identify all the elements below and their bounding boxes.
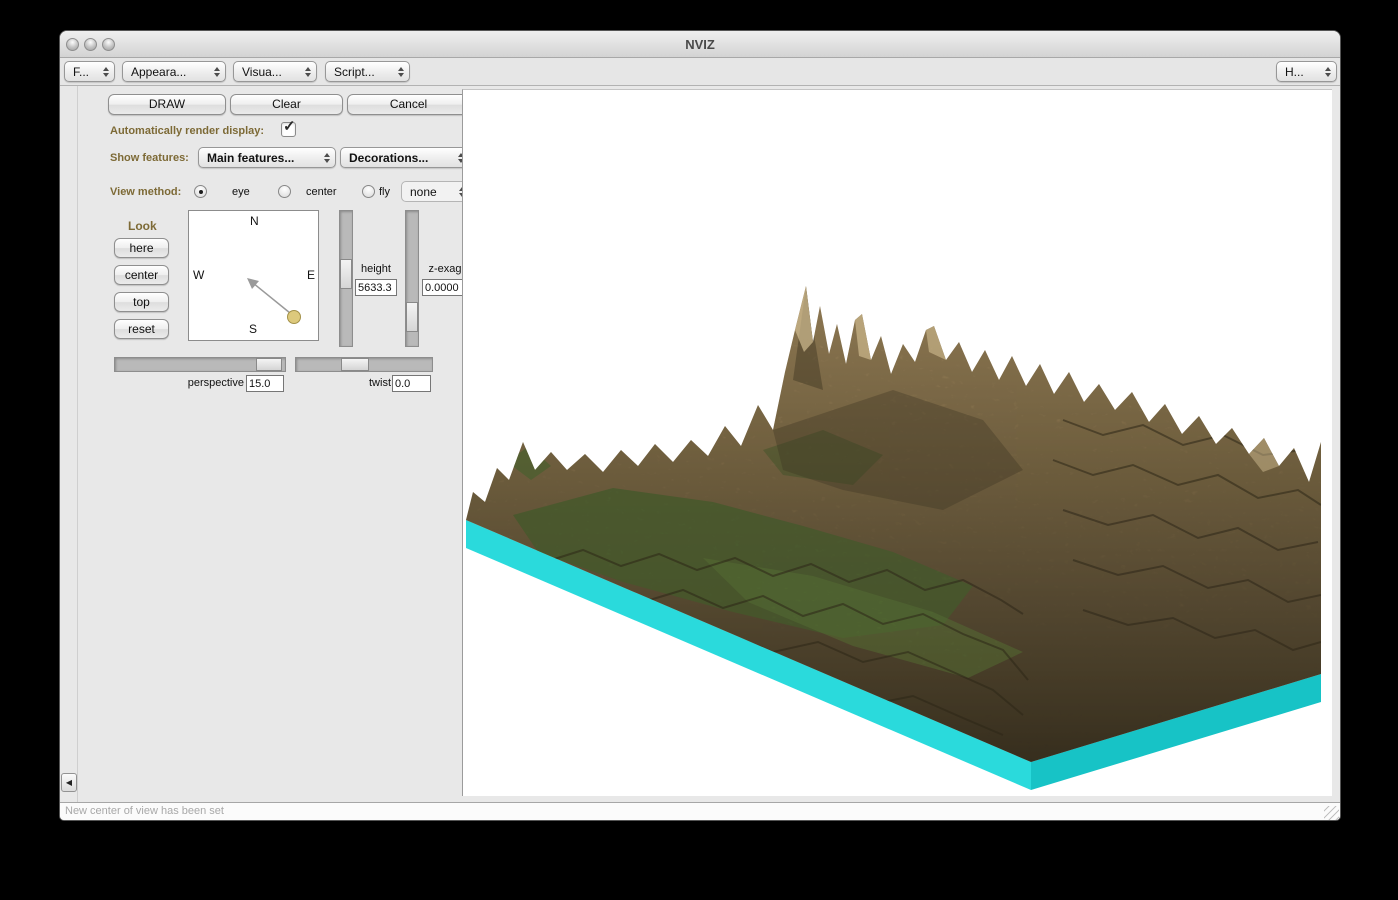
menu-file[interactable]: F... — [64, 61, 115, 82]
titlebar[interactable]: NVIZ — [60, 31, 1340, 58]
view-method-radio-center[interactable] — [278, 185, 291, 198]
twist-slider-trough[interactable] — [295, 357, 433, 372]
height-value-field[interactable] — [355, 279, 397, 296]
twist-slider-label: twist — [369, 377, 391, 389]
compass-north-label: N — [250, 214, 259, 228]
dropdown-arrows-icon — [103, 66, 109, 77]
perspective-slider-trough[interactable] — [114, 357, 286, 372]
collapse-arrow-icon: ◀ — [65, 778, 73, 787]
perspective-value-field[interactable] — [246, 375, 284, 392]
collapse-panel-button[interactable]: ◀ — [61, 773, 77, 792]
view-method-radio-fly[interactable] — [362, 185, 375, 198]
draw-button[interactable]: DRAW — [108, 94, 226, 115]
window-title: NVIZ — [685, 37, 715, 52]
decorations-dropdown[interactable]: Decorations... — [340, 147, 470, 168]
menu-visualize-label: Visua... — [242, 64, 282, 79]
fly-mode-dropdown-label: none — [410, 184, 437, 199]
compass-south-label: S — [249, 322, 258, 336]
clear-button[interactable]: Clear — [230, 94, 343, 115]
checkmark-icon: ✓ — [283, 118, 296, 135]
look-label: Look — [128, 219, 157, 233]
view-method-label: View method: — [110, 186, 182, 198]
height-slider-handle[interactable] — [340, 259, 352, 289]
render-canvas[interactable] — [462, 89, 1332, 796]
look-reset-button[interactable]: reset — [114, 319, 169, 339]
radio-eye-label: eye — [232, 186, 250, 198]
compass-west-label: W — [193, 268, 205, 282]
panel-collapse-strip: ◀ — [60, 86, 78, 802]
menu-visualize[interactable]: Visua... — [233, 61, 317, 82]
main-content: ◀ DRAW Clear Cancel Automatically render… — [60, 86, 1340, 802]
main-features-dropdown[interactable]: Main features... — [198, 147, 336, 168]
look-center-button[interactable]: center — [114, 265, 169, 285]
dropdown-arrows-icon — [305, 66, 311, 77]
statusbar: New center of view has been set — [60, 802, 1340, 820]
menubar: F... Appeara... Visua... Script... H... — [60, 58, 1340, 86]
terrain-3d-view — [466, 286, 1321, 790]
auto-render-label: Automatically render display: — [110, 125, 265, 137]
decorations-dropdown-label: Decorations... — [349, 150, 429, 165]
twist-slider-handle[interactable] — [341, 358, 369, 371]
eye-position-dot — [287, 310, 301, 324]
dropdown-arrows-icon — [398, 66, 404, 77]
desktop-background: NVIZ F... Appeara... Visua... Script... … — [0, 0, 1398, 900]
dropdown-arrows-icon — [214, 66, 220, 77]
fly-mode-dropdown[interactable]: none — [401, 181, 471, 202]
zexag-slider-trough[interactable] — [405, 210, 419, 347]
main-features-dropdown-label: Main features... — [207, 150, 295, 165]
auto-render-checkbox[interactable]: ✓ — [281, 118, 296, 137]
zexag-slider-handle[interactable] — [406, 302, 418, 332]
view-position-widget[interactable]: N W E S — [188, 210, 319, 341]
control-panel: DRAW Clear Cancel Automatically render d… — [78, 86, 471, 802]
cancel-button[interactable]: Cancel — [347, 94, 470, 115]
look-top-button[interactable]: top — [114, 292, 169, 312]
nviz-window: NVIZ F... Appeara... Visua... Script... … — [59, 30, 1341, 821]
perspective-slider-label: perspective — [187, 377, 244, 389]
radio-selected-dot — [198, 189, 203, 194]
dropdown-arrows-icon — [1325, 66, 1331, 77]
show-features-label: Show features: — [110, 152, 189, 164]
menu-file-label: F... — [73, 64, 90, 79]
height-slider-label: height — [361, 263, 391, 275]
menu-help[interactable]: H... — [1276, 61, 1337, 82]
twist-value-field[interactable] — [392, 375, 431, 392]
menu-appearance[interactable]: Appeara... — [122, 61, 226, 82]
menu-scripting-label: Script... — [334, 64, 375, 79]
height-slider-trough[interactable] — [339, 210, 353, 347]
look-here-button[interactable]: here — [114, 238, 169, 258]
resize-grip-icon[interactable] — [1324, 806, 1339, 820]
radio-center-label: center — [306, 186, 337, 198]
radio-fly-label: fly — [379, 186, 390, 198]
perspective-slider-handle[interactable] — [256, 358, 282, 371]
menu-appearance-label: Appeara... — [131, 64, 187, 79]
view-method-radio-eye[interactable] — [194, 185, 207, 198]
view-direction-arrow — [247, 278, 301, 324]
menu-help-label: H... — [1285, 64, 1304, 79]
status-message: New center of view has been set — [65, 805, 224, 817]
compass-east-label: E — [307, 268, 316, 282]
dropdown-arrows-icon — [324, 152, 330, 163]
menu-scripting[interactable]: Script... — [325, 61, 410, 82]
